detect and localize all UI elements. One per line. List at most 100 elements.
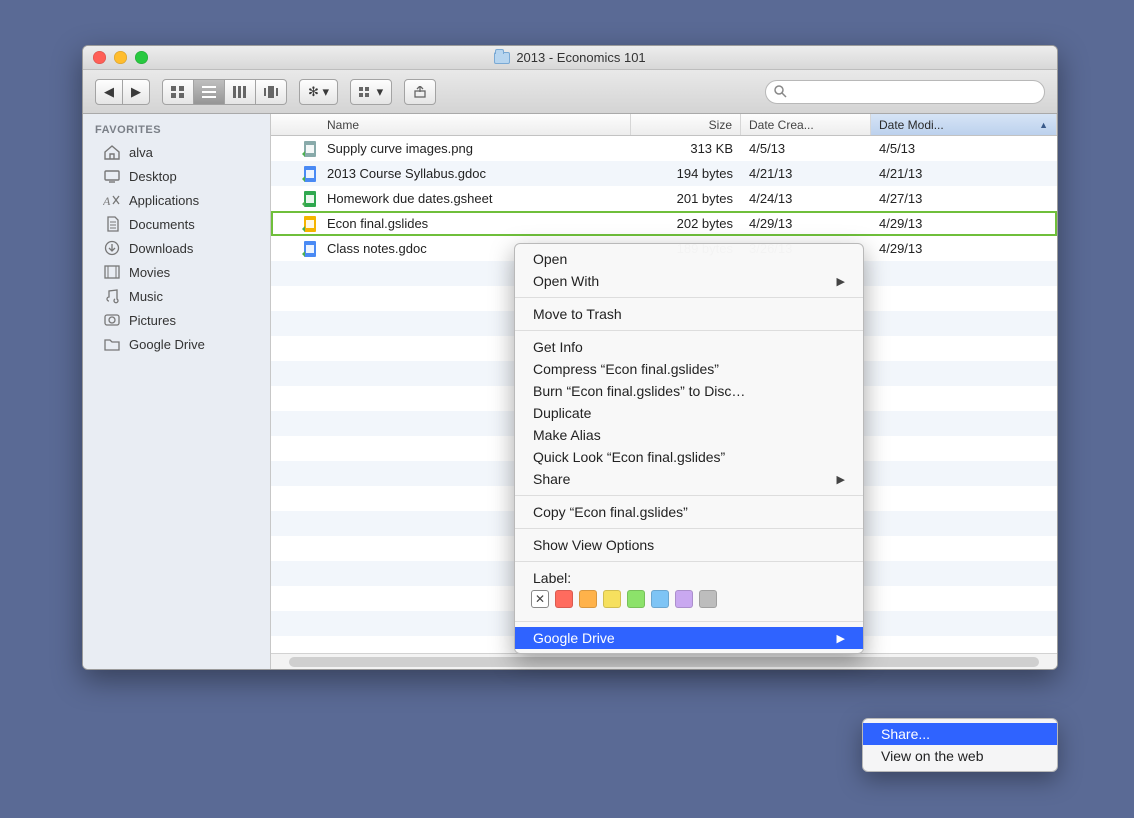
menu-item[interactable]: Open With ▶ xyxy=(515,270,863,292)
titlebar: 2013 - Economics 101 xyxy=(83,46,1057,70)
documents-icon xyxy=(103,216,121,232)
table-row[interactable]: Supply curve images.png 313 KB 4/5/13 4/… xyxy=(271,136,1057,161)
coverflow-view-button[interactable] xyxy=(256,79,287,105)
sidebar-item-label: Pictures xyxy=(129,313,176,328)
column-headers: Name Size Date Crea... Date Modi... ▲ xyxy=(271,114,1057,136)
table-row[interactable]: Homework due dates.gsheet 201 bytes 4/24… xyxy=(271,186,1057,211)
menu-item[interactable]: Burn “Econ final.gslides” to Disc… xyxy=(515,380,863,402)
menu-item-label: Quick Look “Econ final.gslides” xyxy=(533,449,725,465)
horizontal-scrollbar[interactable] xyxy=(271,653,1057,669)
file-size: 201 bytes xyxy=(631,191,741,206)
window-title: 2013 - Economics 101 xyxy=(516,50,645,65)
file-modified: 4/29/13 xyxy=(871,241,1057,256)
file-name: Class notes.gdoc xyxy=(327,241,427,256)
menu-item-label: Share xyxy=(533,471,570,487)
table-row[interactable]: 2013 Course Syllabus.gdoc 194 bytes 4/21… xyxy=(271,161,1057,186)
view-mode-buttons xyxy=(162,79,287,105)
column-header-created[interactable]: Date Crea... xyxy=(741,114,871,135)
file-name: Econ final.gslides xyxy=(327,216,428,231)
label-color-swatch[interactable] xyxy=(579,590,597,608)
submenu-arrow-icon: ▶ xyxy=(837,632,845,645)
menu-item-label: Compress “Econ final.gslides” xyxy=(533,361,719,377)
menu-item[interactable]: Quick Look “Econ final.gslides” xyxy=(515,446,863,468)
column-view-button[interactable] xyxy=(225,79,256,105)
menu-item-label: Move to Trash xyxy=(533,306,622,322)
menu-item[interactable]: Copy “Econ final.gslides” xyxy=(515,501,863,523)
sidebar-item-label: Documents xyxy=(129,217,195,232)
sidebar-item-downloads[interactable]: Downloads xyxy=(83,236,270,260)
forward-button[interactable]: ▶ xyxy=(123,79,150,105)
sidebar-item-home[interactable]: alva xyxy=(83,140,270,164)
sidebar-item-movies[interactable]: Movies xyxy=(83,260,270,284)
sidebar-item-documents[interactable]: Documents xyxy=(83,212,270,236)
menu-item[interactable]: Make Alias xyxy=(515,424,863,446)
label-color-swatch[interactable] xyxy=(699,590,717,608)
menu-item[interactable]: Move to Trash xyxy=(515,303,863,325)
sidebar-item-label: Movies xyxy=(129,265,170,280)
menu-item[interactable]: Get Info xyxy=(515,336,863,358)
menu-item-label: Open With xyxy=(533,273,599,289)
menu-item[interactable]: Google Drive ▶ xyxy=(515,627,863,649)
sidebar: FAVORITES alva Desktop A Applications Do… xyxy=(83,114,271,669)
sidebar-item-google-drive[interactable]: Google Drive xyxy=(83,332,270,356)
list-view-button[interactable] xyxy=(194,79,225,105)
share-button[interactable] xyxy=(404,79,436,105)
menu-label-header: Label: xyxy=(515,567,863,586)
file-created: 4/21/13 xyxy=(741,166,871,181)
sidebar-item-applications[interactable]: A Applications xyxy=(83,188,270,212)
menu-item[interactable]: Share ▶ xyxy=(515,468,863,490)
label-clear-button[interactable]: ✕ xyxy=(531,590,549,608)
submenu-item[interactable]: Share... xyxy=(863,723,1057,745)
menu-separator xyxy=(515,621,863,622)
file-created: 4/29/13 xyxy=(741,216,871,231)
label-color-swatch[interactable] xyxy=(675,590,693,608)
downloads-icon xyxy=(103,240,121,256)
menu-item[interactable]: Open xyxy=(515,248,863,270)
sidebar-item-desktop[interactable]: Desktop xyxy=(83,164,270,188)
file-name: 2013 Course Syllabus.gdoc xyxy=(327,166,486,181)
menu-item[interactable]: Show View Options xyxy=(515,534,863,556)
menu-item[interactable]: Duplicate xyxy=(515,402,863,424)
sidebar-item-label: alva xyxy=(129,145,153,160)
music-icon xyxy=(103,288,121,304)
submenu-item[interactable]: View on the web xyxy=(863,745,1057,767)
sidebar-item-label: Google Drive xyxy=(129,337,205,352)
icon-view-button[interactable] xyxy=(162,79,194,105)
file-icon xyxy=(301,190,319,208)
minimize-icon[interactable] xyxy=(114,51,127,64)
svg-text:A: A xyxy=(103,194,111,208)
label-color-swatch[interactable] xyxy=(555,590,573,608)
context-submenu: Share... View on the web xyxy=(862,718,1058,772)
column-header-size[interactable]: Size xyxy=(631,114,741,135)
arrange-menu-button[interactable]: ▾ xyxy=(350,79,392,105)
back-button[interactable]: ◀ xyxy=(95,79,123,105)
table-row[interactable]: Econ final.gslides 202 bytes 4/29/13 4/2… xyxy=(271,211,1057,236)
action-menu-button[interactable]: ✻ ▾ xyxy=(299,79,338,105)
menu-item-label: Make Alias xyxy=(533,427,601,443)
search-input[interactable] xyxy=(765,80,1045,104)
home-icon xyxy=(103,144,121,160)
label-color-swatch[interactable] xyxy=(603,590,621,608)
file-modified: 4/27/13 xyxy=(871,191,1057,206)
close-icon[interactable] xyxy=(93,51,106,64)
menu-item[interactable]: Compress “Econ final.gslides” xyxy=(515,358,863,380)
column-header-name[interactable]: Name xyxy=(271,114,631,135)
sidebar-item-label: Desktop xyxy=(129,169,177,184)
sidebar-item-label: Music xyxy=(129,289,163,304)
submenu-item-label: View on the web xyxy=(881,748,983,764)
menu-separator xyxy=(515,495,863,496)
file-created: 4/24/13 xyxy=(741,191,871,206)
zoom-icon[interactable] xyxy=(135,51,148,64)
sidebar-item-pictures[interactable]: Pictures xyxy=(83,308,270,332)
menu-item-label: Burn “Econ final.gslides” to Disc… xyxy=(533,383,745,399)
file-size: 313 KB xyxy=(631,141,741,156)
label-color-swatch[interactable] xyxy=(627,590,645,608)
movies-icon xyxy=(103,264,121,280)
file-modified: 4/21/13 xyxy=(871,166,1057,181)
column-header-modified[interactable]: Date Modi... ▲ xyxy=(871,114,1057,135)
sort-ascending-icon: ▲ xyxy=(1039,120,1048,130)
menu-item-label: Get Info xyxy=(533,339,583,355)
sidebar-item-music[interactable]: Music xyxy=(83,284,270,308)
menu-separator xyxy=(515,330,863,331)
label-color-swatch[interactable] xyxy=(651,590,669,608)
